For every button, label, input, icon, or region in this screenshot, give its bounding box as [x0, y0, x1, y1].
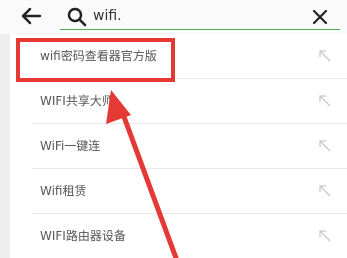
- suggestion-label: Wifi租赁: [40, 184, 87, 198]
- search-input[interactable]: wifi.: [93, 8, 122, 25]
- suggestion-item[interactable]: WiFi一键连: [10, 124, 347, 169]
- suggestion-label: WiFi一键连: [40, 139, 101, 153]
- suggestion-list: wifi密码查看器官方版 WIFI共享大师 WiFi一键连 Wifi租赁 WIF…: [10, 34, 347, 258]
- suggestion-label: WIFI共享大师: [40, 94, 114, 108]
- search-header: wifi.: [0, 0, 347, 34]
- search-field[interactable]: wifi.: [60, 2, 340, 32]
- search-icon: [67, 7, 87, 27]
- arrow-up-left-icon[interactable]: [318, 49, 332, 63]
- arrow-up-left-icon[interactable]: [318, 139, 332, 153]
- suggestion-item[interactable]: wifi密码查看器官方版: [10, 34, 347, 79]
- suggestion-item[interactable]: WIFI路由器设备: [10, 214, 347, 258]
- arrow-up-left-icon[interactable]: [318, 94, 332, 108]
- arrow-up-left-icon[interactable]: [318, 184, 332, 198]
- suggestion-label: wifi密码查看器官方版: [40, 49, 157, 63]
- screen: wifi. wifi密码查看器官方版 WIFI共享大师 WiFi一键连 Wifi…: [0, 0, 347, 258]
- suggestion-label: WIFI路由器设备: [40, 229, 126, 243]
- close-icon[interactable]: [311, 8, 329, 26]
- suggestion-item[interactable]: WIFI共享大师: [10, 79, 347, 124]
- back-arrow-icon[interactable]: [20, 7, 42, 25]
- suggestion-item[interactable]: Wifi租赁: [10, 169, 347, 214]
- search-underline: [60, 29, 340, 30]
- arrow-up-left-icon[interactable]: [318, 229, 332, 243]
- left-edge: [0, 34, 10, 258]
